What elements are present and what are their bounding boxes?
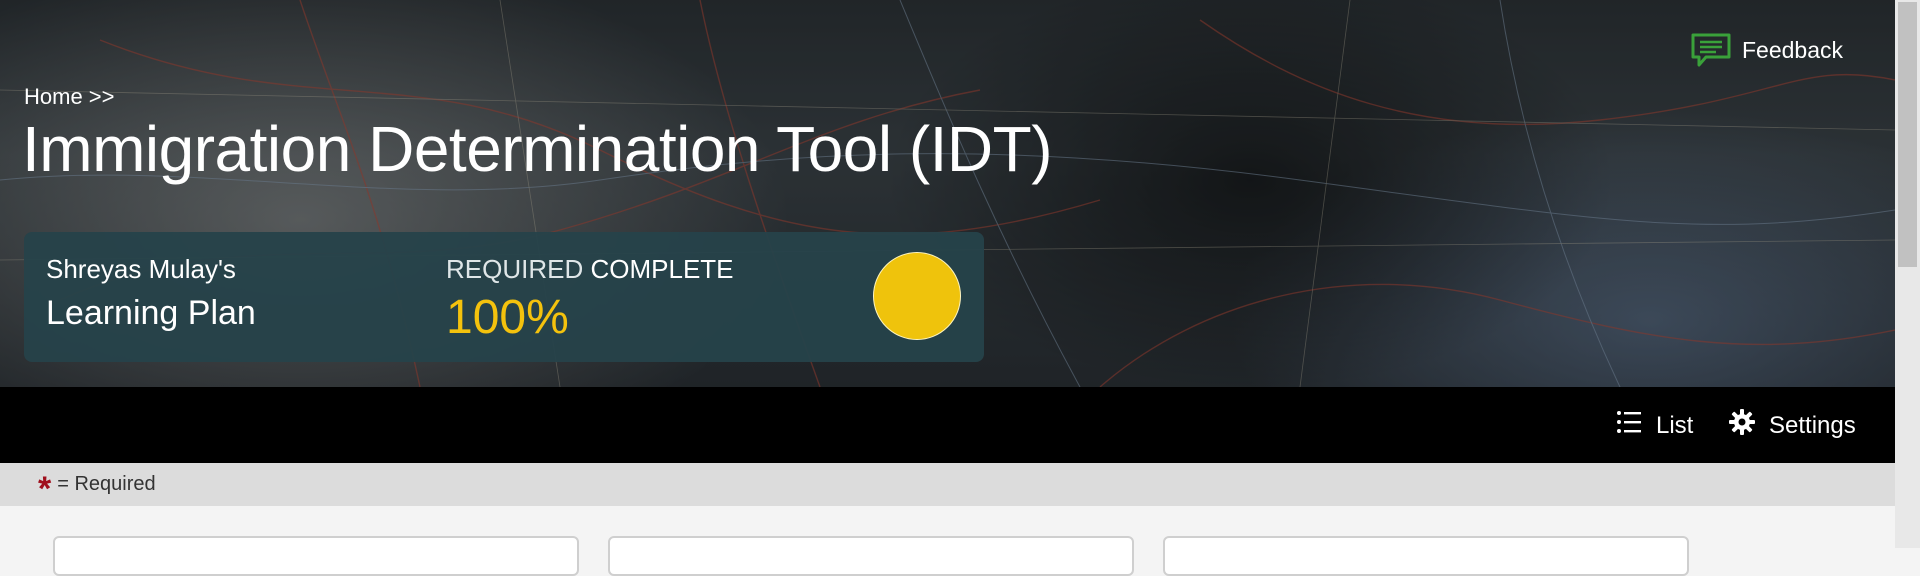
completion-percent: 100% — [446, 291, 569, 344]
course-card[interactable] — [608, 536, 1134, 576]
list-label: List — [1656, 411, 1694, 439]
learning-plan-card: Shreyas Mulay's Learning Plan REQUIRED C… — [24, 232, 984, 362]
required-legend-bar: * = Required — [0, 463, 1895, 506]
breadcrumb[interactable]: Home >> — [24, 84, 115, 110]
required-prefix: REQUIRED — [446, 254, 584, 284]
course-list — [0, 506, 1895, 576]
view-toolbar: List Settings — [0, 387, 1895, 463]
feedback-button[interactable]: Feedback — [1690, 32, 1843, 68]
scrollbar-thumb[interactable] — [1898, 2, 1917, 267]
required-complete-label: REQUIRED COMPLETE — [446, 254, 734, 285]
hero-banner: Home >> Immigration Determination Tool (… — [0, 0, 1895, 387]
speech-bubble-icon — [1690, 32, 1732, 68]
list-icon — [1616, 409, 1642, 442]
plan-label: Learning Plan — [46, 294, 256, 332]
gear-icon — [1729, 409, 1755, 442]
required-legend-text: = Required — [57, 473, 156, 495]
progress-circle — [873, 252, 961, 340]
course-card[interactable] — [53, 536, 579, 576]
required-legend: * = Required — [38, 469, 156, 508]
list-view-button[interactable]: List — [1616, 409, 1693, 442]
required-star-icon: * — [38, 469, 52, 508]
course-card[interactable] — [1163, 536, 1689, 576]
feedback-label: Feedback — [1742, 36, 1844, 63]
required-suffix: COMPLETE — [590, 254, 734, 284]
plan-owner: Shreyas Mulay's — [46, 254, 236, 284]
settings-label: Settings — [1769, 411, 1856, 439]
settings-button[interactable]: Settings — [1729, 409, 1856, 442]
page-title: Immigration Determination Tool (IDT) — [22, 113, 1053, 185]
